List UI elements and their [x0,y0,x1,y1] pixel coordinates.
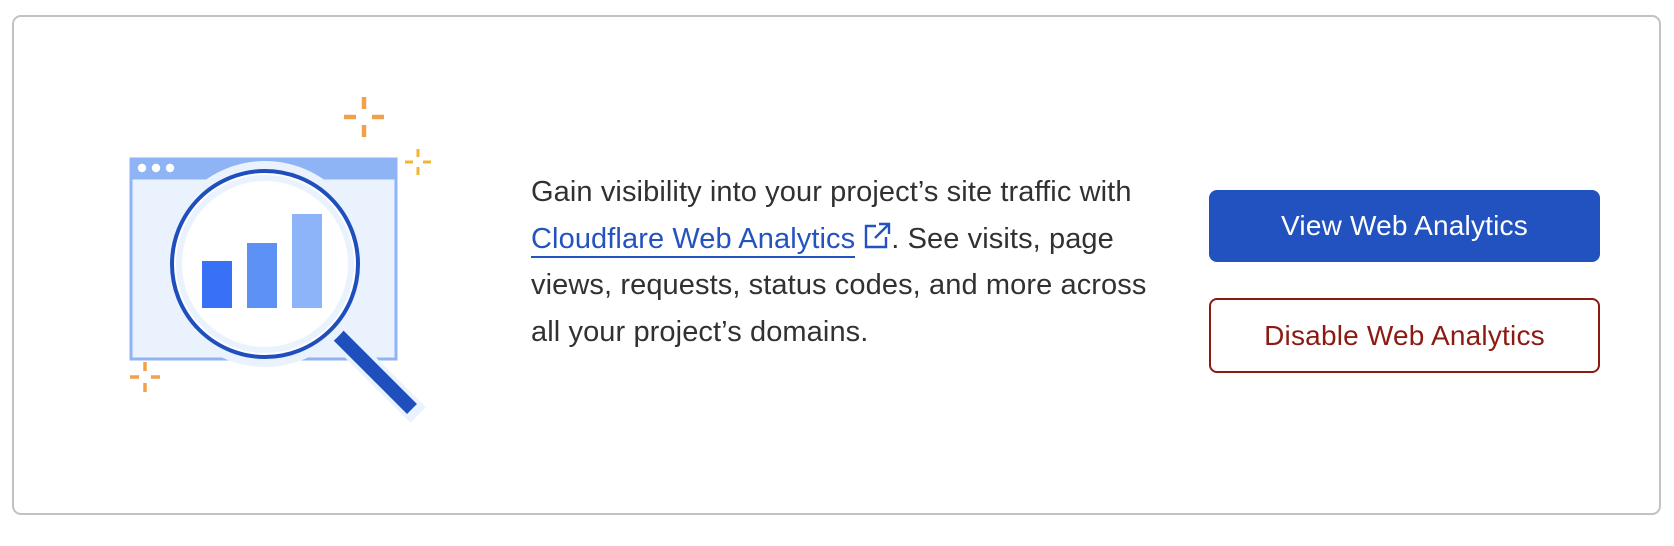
link-label: Cloudflare Web Analytics [531,222,856,255]
sparkle-icon [405,149,431,175]
description-text-start: Gain visibility into your project’s site… [531,176,1132,208]
disable-web-analytics-button[interactable]: Disable Web Analytics [1209,298,1600,373]
web-analytics-card: Gain visibility into your project’s site… [12,15,1661,515]
analytics-illustration [129,97,431,423]
sparkle-icon [344,97,384,137]
cloudflare-web-analytics-link[interactable]: Cloudflare Web Analytics [531,222,856,258]
external-link-icon[interactable] [861,221,891,251]
sparkle-icon [130,362,160,392]
view-web-analytics-button[interactable]: View Web Analytics [1209,190,1600,262]
analytics-description: Gain visibility into your project’s site… [531,169,1151,355]
